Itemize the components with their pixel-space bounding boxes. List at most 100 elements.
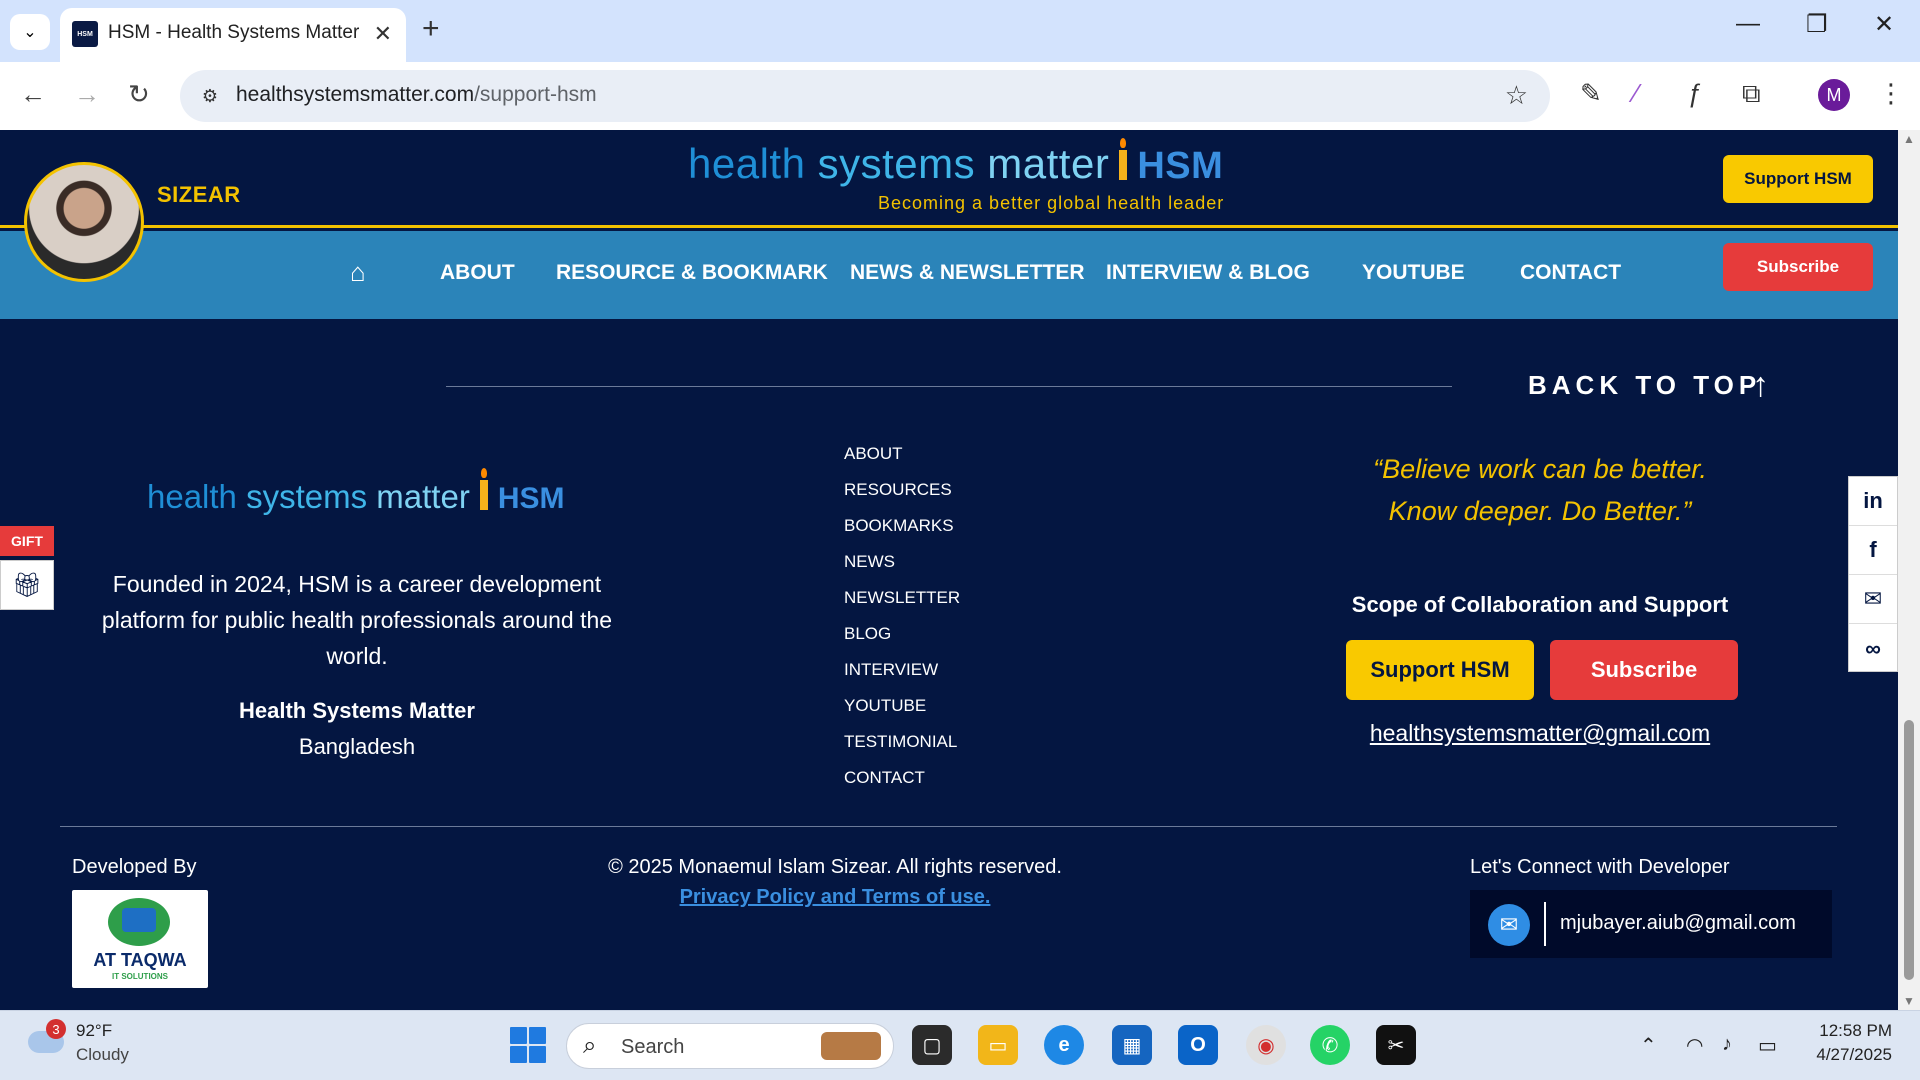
edge-browser-icon[interactable]: e bbox=[1044, 1025, 1084, 1065]
chrome-icon[interactable]: ◉ bbox=[1246, 1025, 1286, 1065]
restore-icon[interactable]: ❐ bbox=[1806, 10, 1828, 39]
footer-email-link[interactable]: healthsystemsmatter@gmail.com bbox=[1300, 720, 1780, 747]
pen-extension-icon[interactable]: ⁄ bbox=[1634, 78, 1638, 109]
footer-link-youtube[interactable]: YOUTUBE bbox=[844, 696, 926, 716]
taskbar-search[interactable]: ⌕ Search bbox=[566, 1023, 894, 1069]
profile-avatar[interactable] bbox=[24, 162, 144, 282]
arrow-up-icon[interactable]: ↑ bbox=[1752, 366, 1769, 405]
footer-logo[interactable]: health systems matter HSM bbox=[147, 468, 564, 516]
tab-search-button[interactable]: ⌄ bbox=[10, 14, 50, 50]
browser-tab[interactable]: HSM HSM - Health Systems Matter ✕ bbox=[60, 8, 406, 62]
browser-tab-bar: ⌄ HSM HSM - Health Systems Matter ✕ + — … bbox=[0, 0, 1920, 62]
browser-profile-avatar[interactable]: M bbox=[1818, 79, 1850, 111]
site-logo[interactable]: health systems matter HSM bbox=[688, 138, 1223, 188]
address-bar[interactable]: ⚙ healthsystemsmatter.com/support-hsm ☆ bbox=[180, 70, 1550, 122]
scroll-down-icon[interactable]: ▼ bbox=[1903, 994, 1915, 1008]
footer-org-country: Bangladesh bbox=[298, 734, 416, 759]
share-bar: in f ✉ ∞ bbox=[1848, 476, 1898, 672]
outlook-icon[interactable]: O bbox=[1178, 1025, 1218, 1065]
volume-icon[interactable]: ♪ bbox=[1722, 1033, 1732, 1056]
footer-link-interview[interactable]: INTERVIEW bbox=[844, 660, 938, 680]
nav-about[interactable]: ABOUT bbox=[440, 261, 515, 285]
chevron-down-icon: ⌄ bbox=[23, 24, 37, 41]
tab-title: HSM - Health Systems Matter bbox=[108, 22, 360, 43]
site-tagline: Becoming a better global health leader bbox=[878, 193, 1225, 213]
footer-link-blog[interactable]: BLOG bbox=[844, 624, 891, 644]
extensions-puzzle-icon[interactable]: ⧉ bbox=[1742, 78, 1761, 110]
page-scrollbar[interactable]: ▲ ▼ bbox=[1898, 130, 1920, 1010]
facebook-icon[interactable]: f bbox=[1849, 526, 1897, 575]
nav-news-newsletter[interactable]: NEWS & NEWSLETTER bbox=[850, 261, 1085, 285]
weather-condition[interactable]: Cloudy bbox=[76, 1045, 129, 1065]
clock-date[interactable]: 4/27/2025 bbox=[1786, 1045, 1892, 1065]
hsm-favicon-icon: HSM bbox=[72, 21, 98, 47]
browser-toolbar: ← → ↻ ⚙ healthsystemsmatter.com/support-… bbox=[0, 62, 1920, 130]
footer-link-newsletter[interactable]: NEWSLETTER bbox=[844, 588, 960, 608]
nav-youtube[interactable]: YOUTUBE bbox=[1362, 261, 1465, 285]
taskbar-search-placeholder: Search bbox=[621, 1036, 685, 1058]
site-header: health systems matter HSM Becoming a bett… bbox=[0, 130, 1898, 228]
footer-support-hsm-button[interactable]: Support HSM bbox=[1346, 640, 1534, 700]
developer-email: mjubayer.aiub@gmail.com bbox=[1560, 912, 1796, 934]
nav-resource-bookmark[interactable]: RESOURCE & BOOKMARK bbox=[556, 261, 828, 285]
windows-taskbar: 3 92°F Cloudy ⌕ Search ▢ ▭ e ▦ O ◉ ✆ ✂ ⌃… bbox=[0, 1010, 1920, 1080]
microsoft-store-icon[interactable]: ▦ bbox=[1112, 1025, 1152, 1065]
footer-link-resources[interactable]: RESOURCES bbox=[844, 480, 952, 500]
show-hidden-icons-chevron-icon[interactable]: ⌃ bbox=[1640, 1033, 1657, 1058]
weather-temperature[interactable]: 92°F bbox=[76, 1021, 112, 1041]
footer-link-testimonial[interactable]: TESTIMONIAL bbox=[844, 732, 957, 752]
search-icon: ⌕ bbox=[583, 1032, 597, 1059]
site-info-icon[interactable]: ⚙ bbox=[196, 82, 224, 110]
profile-name[interactable]: SIZEAR bbox=[157, 182, 241, 208]
close-window-icon[interactable]: ✕ bbox=[1874, 10, 1894, 39]
nav-contact[interactable]: CONTACT bbox=[1520, 261, 1621, 285]
developed-by-label: Developed By bbox=[72, 856, 197, 878]
privacy-policy-link[interactable]: Privacy Policy and Terms of use. bbox=[500, 886, 1170, 909]
bookmark-star-icon[interactable]: ☆ bbox=[1505, 80, 1528, 111]
home-icon[interactable]: ⌂ bbox=[350, 257, 366, 288]
task-view-icon[interactable]: ▢ bbox=[912, 1025, 952, 1065]
developer-email-button[interactable]: ✉ mjubayer.aiub@gmail.com bbox=[1470, 890, 1832, 958]
candle-icon bbox=[1119, 138, 1128, 180]
clock-time[interactable]: 12:58 PM bbox=[1804, 1021, 1892, 1041]
footer-link-bookmarks[interactable]: BOOKMARKS bbox=[844, 516, 954, 536]
back-to-top-link[interactable]: BACK TO TOP bbox=[1528, 370, 1761, 401]
browser-menu-icon[interactable]: ⋮ bbox=[1878, 78, 1904, 109]
developer-logo[interactable]: AT TAQWA IT SOLUTIONS bbox=[72, 890, 208, 988]
minimize-icon[interactable]: — bbox=[1736, 10, 1760, 38]
scroll-up-icon[interactable]: ▲ bbox=[1903, 132, 1915, 146]
eyedropper-extension-icon[interactable]: ✎ bbox=[1580, 78, 1602, 109]
reload-icon[interactable]: ↻ bbox=[128, 79, 150, 110]
font-extension-icon[interactable]: ƒ bbox=[1688, 78, 1702, 109]
start-menu-icon[interactable] bbox=[510, 1027, 546, 1063]
new-tab-icon[interactable]: + bbox=[422, 12, 440, 46]
wifi-icon[interactable]: ◠ bbox=[1686, 1033, 1703, 1058]
main-nav: ⌂ ABOUT RESOURCE & BOOKMARK NEWS & NEWSL… bbox=[0, 231, 1898, 319]
linkedin-icon[interactable]: in bbox=[1849, 477, 1897, 526]
gift-tag[interactable]: GIFT bbox=[0, 526, 54, 556]
footer-link-news[interactable]: NEWS bbox=[844, 552, 895, 572]
copyright-text: © 2025 Monaemul Islam Sizear. All rights… bbox=[608, 856, 1062, 878]
whatsapp-icon[interactable]: ✆ bbox=[1310, 1025, 1350, 1065]
gift-icon[interactable]: 🎁︎ bbox=[0, 560, 54, 610]
back-arrow-icon[interactable]: ← bbox=[20, 79, 46, 110]
subscribe-button[interactable]: Subscribe bbox=[1723, 243, 1873, 291]
forward-arrow-icon[interactable]: → bbox=[74, 79, 100, 110]
tab-close-icon[interactable]: ✕ bbox=[374, 21, 392, 47]
weather-badge: 3 bbox=[46, 1019, 66, 1039]
scope-title: Scope of Collaboration and Support bbox=[1351, 592, 1729, 617]
capcut-icon[interactable]: ✂ bbox=[1376, 1025, 1416, 1065]
footer-subscribe-button[interactable]: Subscribe bbox=[1550, 640, 1738, 700]
footer-about-text: Founded in 2024, HSM is a career develop… bbox=[101, 571, 613, 669]
scroll-thumb[interactable] bbox=[1904, 720, 1914, 980]
support-hsm-button[interactable]: Support HSM bbox=[1723, 155, 1873, 203]
email-icon[interactable]: ✉ bbox=[1849, 575, 1897, 624]
footer-link-contact[interactable]: CONTACT bbox=[844, 768, 925, 788]
link-icon[interactable]: ∞ bbox=[1849, 624, 1897, 673]
file-explorer-icon[interactable]: ▭ bbox=[978, 1025, 1018, 1065]
footer-link-about[interactable]: ABOUT bbox=[844, 444, 903, 464]
url-text[interactable]: healthsystemsmatter.com/support-hsm bbox=[236, 83, 597, 107]
nav-interview-blog[interactable]: INTERVIEW & BLOG bbox=[1106, 261, 1310, 285]
web-page: health systems matter HSM Becoming a bett… bbox=[0, 130, 1898, 1010]
battery-icon[interactable]: ▭ bbox=[1758, 1033, 1777, 1058]
